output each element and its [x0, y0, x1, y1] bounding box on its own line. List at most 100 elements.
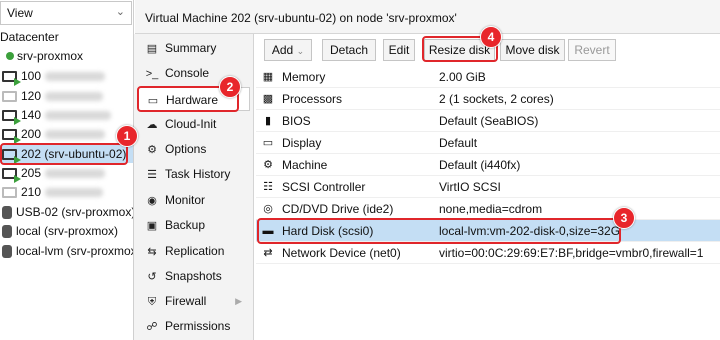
callout-badge-2: 2 [219, 76, 241, 98]
cpu-icon: ▩ [262, 93, 274, 105]
eye-icon: ◉ [147, 195, 157, 207]
nav-item-firewall[interactable]: ⛨ Firewall ▶ [138, 289, 250, 313]
hardware-key: Network Device (net0) [282, 246, 401, 260]
resource-tree: View ⌄ Datacenter srv-proxmox 100 120 14… [0, 0, 134, 340]
storage-icon [2, 225, 12, 239]
floppy-icon: ▣ [146, 220, 158, 232]
nav-item-label: Monitor [165, 193, 206, 207]
hardware-value: none,media=cdrom [439, 202, 543, 216]
tree-item-vm[interactable]: 210 [2, 183, 104, 201]
view-selector[interactable]: View ⌄ [0, 1, 132, 25]
tree-item-vm[interactable]: 140 [2, 106, 112, 126]
move-disk-button-label: Move disk [505, 43, 560, 57]
tree-item-label: 200 [21, 127, 42, 141]
tree-item-vm[interactable]: 100 [2, 67, 106, 87]
nav-item-label: Permissions [165, 319, 231, 333]
vm-stopped-icon [2, 91, 17, 103]
summary-icon: ▤ [146, 43, 158, 55]
chevron-down-icon[interactable]: ⌄ [116, 5, 125, 18]
hardware-key: Display [282, 136, 322, 150]
hardware-row-display[interactable]: ▭ Display Default [256, 132, 720, 154]
tree-item-vm[interactable]: 205 [2, 164, 106, 184]
nav-item-label: Cloud-Init [165, 117, 217, 131]
hardware-value: 2.00 GiB [439, 70, 486, 84]
list-icon: ☰ [147, 169, 157, 181]
cdrom-icon: ◎ [263, 203, 273, 215]
edit-button-label: Edit [388, 43, 410, 57]
hardware-value: Default [439, 136, 478, 150]
hardware-row-network[interactable]: ⇄ Network Device (net0) virtio=00:0C:29:69… [256, 242, 720, 264]
hardware-row-scsi-controller[interactable]: ☷ SCSI Controller VirtIO SCSI [256, 176, 720, 198]
hardware-row-machine[interactable]: ⚙ Machine Default (i440fx) [256, 154, 720, 176]
hardware-value: Default (SeaBIOS) [439, 114, 539, 128]
nav-item-backup[interactable]: ▣ Backup [138, 213, 250, 237]
page-title: Virtual Machine 202 (srv-ubuntu-02) on n… [145, 11, 457, 25]
console-icon: >_ [145, 68, 159, 80]
hardware-key: Processors [282, 92, 343, 106]
tree-item-label: 140 [21, 108, 42, 122]
tree-item-vm[interactable]: 120 [2, 87, 104, 105]
redacted-name [45, 169, 106, 179]
add-button[interactable]: Add ⌄ [264, 39, 312, 61]
shield-icon: ⛨ [147, 296, 157, 308]
tree-item-vm[interactable]: 200 [2, 125, 106, 145]
tree-item-label: 100 [21, 69, 42, 83]
chevron-right-icon[interactable]: ▶ [235, 289, 242, 313]
callout-badge-3: 3 [613, 207, 635, 229]
gear-icon: ⚙ [147, 144, 157, 156]
storage-icon [2, 245, 12, 259]
retweet-icon: ⇆ [147, 246, 157, 258]
vm-running-icon [2, 110, 21, 126]
chevron-down-icon: ⌄ [296, 46, 305, 56]
tree-item-label: 210 [21, 185, 42, 199]
hardware-value: 2 (1 sockets, 2 cores) [439, 92, 554, 106]
callout-highlight-vm [0, 143, 128, 165]
tree-item-node[interactable]: srv-proxmox [6, 47, 83, 65]
redacted-name [45, 92, 104, 102]
cloud-icon: ☁ [146, 119, 158, 131]
hardware-row-cdrom[interactable]: ◎ CD/DVD Drive (ide2) none,media=cdrom [256, 198, 720, 220]
edit-button[interactable]: Edit [383, 39, 415, 61]
nav-item-cloud-init[interactable]: ☁ Cloud-Init [138, 112, 250, 136]
nav-item-snapshots[interactable]: ↺ Snapshots [138, 264, 250, 288]
unlock-icon: ☍ [146, 321, 158, 333]
tree-item-datacenter[interactable]: Datacenter [0, 28, 59, 46]
revert-button-label: Revert [574, 43, 610, 57]
detach-button[interactable]: Detach [322, 39, 376, 61]
nav-item-label: Backup [165, 218, 206, 232]
tree-item-storage[interactable]: local (srv-proxmox) [2, 222, 118, 240]
view-selector-label: View [7, 6, 33, 20]
nav-item-label: Console [165, 66, 210, 80]
nav-item-label: Summary [165, 41, 217, 55]
tree-item-label: local-lvm (srv-proxmox) [16, 244, 134, 258]
tree-item-storage[interactable]: USB-02 (srv-proxmox) [2, 203, 133, 221]
nav-item-monitor[interactable]: ◉ Monitor [138, 188, 250, 212]
add-button-label: Add [271, 43, 294, 57]
history-icon: ↺ [147, 271, 157, 283]
cogs-icon: ⚙ [263, 159, 273, 171]
callout-badge-1: 1 [116, 125, 138, 147]
revert-button[interactable]: Revert [568, 39, 616, 61]
redacted-name [45, 72, 106, 82]
callout-highlight-hard-disk [257, 218, 621, 244]
tree-item-label: local (srv-proxmox) [16, 224, 119, 238]
hardware-value: Default (i440fx) [439, 158, 521, 172]
tree-item-storage[interactable]: local-lvm (srv-proxmox) [2, 242, 134, 260]
nav-item-task-history[interactable]: ☰ Task History [138, 162, 250, 186]
redacted-name [45, 188, 104, 198]
nav-item-summary[interactable]: ▤ Summary [138, 36, 250, 60]
nav-item-options[interactable]: ⚙ Options [138, 137, 250, 161]
nav-item-permissions[interactable]: ☍ Permissions [138, 314, 250, 338]
hardware-row-bios[interactable]: ▮ BIOS Default (SeaBIOS) [256, 110, 720, 132]
hardware-value: VirtIO SCSI [439, 180, 501, 194]
nav-item-label: Firewall [165, 294, 207, 308]
exchange-icon: ⇄ [263, 247, 273, 259]
microchip-icon: ▮ [264, 115, 272, 127]
desktop-icon: ▭ [262, 137, 274, 149]
nav-item-replication[interactable]: ⇆ Replication [138, 239, 250, 263]
vm-running-icon [2, 71, 21, 87]
callout-badge-4: 4 [480, 26, 502, 48]
hardware-row-memory[interactable]: ▦ Memory 2.00 GiB [256, 66, 720, 88]
move-disk-button[interactable]: Move disk [500, 39, 565, 61]
hardware-row-processors[interactable]: ▩ Processors 2 (1 sockets, 2 cores) [256, 88, 720, 110]
